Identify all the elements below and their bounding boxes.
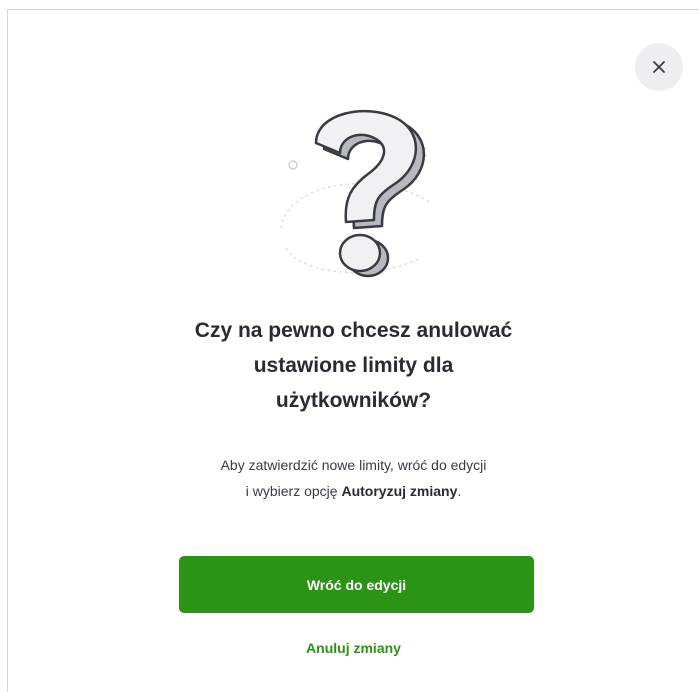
close-icon [653, 61, 665, 73]
description-text: i wybierz opcję [245, 483, 342, 499]
question-mark-icon [280, 109, 432, 278]
dialog-title-line: Czy na pewno chcesz anulować [194, 319, 513, 342]
dialog-title: Czy na pewno chcesz anulować ustawione l… [8, 313, 699, 418]
back-to-edit-button[interactable]: Wróć do edycji [179, 556, 534, 613]
description-line-1: Aby zatwierdzić nowe limity, wróć do edy… [220, 457, 487, 473]
dialog-title-line: użytkowników? [275, 389, 432, 412]
description-text: . [457, 483, 462, 499]
cancel-changes-button[interactable]: Anuluj zmiany [8, 638, 699, 658]
confirmation-dialog: Czy na pewno chcesz anulować ustawione l… [7, 9, 699, 692]
description-line-2: i wybierz opcję Autoryzuj zmiany. [8, 478, 699, 504]
description-bold-option: Autoryzuj zmiany [341, 483, 458, 499]
dialog-title-line: ustawione limity dla [253, 354, 454, 377]
dialog-description: Aby zatwierdzić nowe limity, wróć do edy… [8, 452, 699, 504]
close-button[interactable] [635, 43, 683, 91]
